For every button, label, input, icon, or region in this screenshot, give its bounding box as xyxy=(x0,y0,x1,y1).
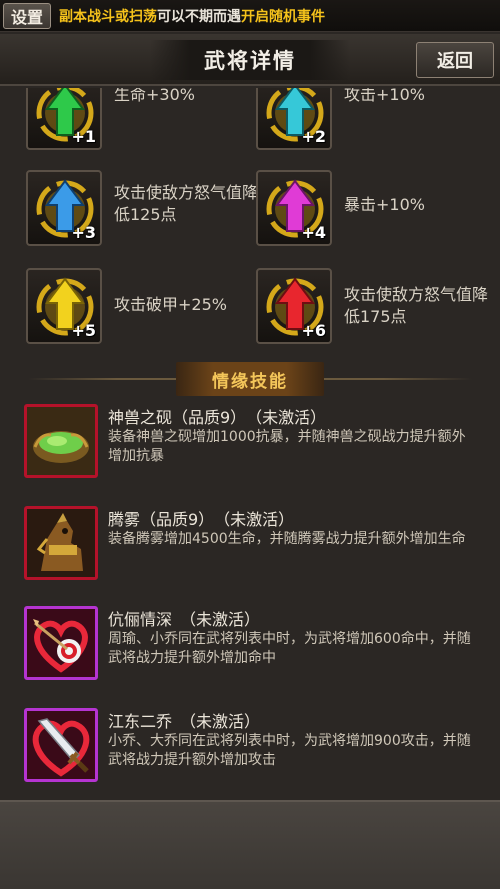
skill-name: 神兽之砚（品质9） （未激活） xyxy=(108,408,327,427)
content-scroll-area[interactable]: +1 生命+30% +2 攻击+10% +3 攻击使敌方怒气值降低125点 +4… xyxy=(0,88,500,800)
heart-sword-icon xyxy=(24,708,98,782)
cyan-arrow-icon: +2 xyxy=(256,88,332,150)
skill-item-3[interactable]: 伉俪情深 （未激活） 周瑜、小乔同在武将列表中时，为武将增加600命中，并随武将… xyxy=(24,606,484,686)
settings-button[interactable]: 设置 xyxy=(3,2,51,29)
bonus-level: +5 xyxy=(71,321,96,340)
bonus-text: 生命+30% xyxy=(114,88,195,104)
green-arrow-icon: +1 xyxy=(26,88,102,150)
bonus-text: 攻击+10% xyxy=(344,88,425,104)
bonus-item-3: +3 攻击使敌方怒气值降低125点 xyxy=(26,170,266,246)
bonus-item-2: +2 攻击+10% xyxy=(256,88,496,150)
bonus-item-1: +1 生命+30% xyxy=(26,88,266,150)
bonus-item-4: +4 暴击+10% xyxy=(256,170,496,246)
skill-item-2[interactable]: 腾雾（品质9） （未激活） 装备腾雾增加4500生命，并随腾雾战力提升额外增加生… xyxy=(24,506,484,586)
page-title: 武将详情 xyxy=(204,49,296,73)
skill-item-1[interactable]: 神兽之砚（品质9） （未激活） 装备神兽之砚增加1000抗暴，并随神兽之砚战力提… xyxy=(24,404,484,484)
notice-part-1: 副本战斗或扫荡 xyxy=(59,8,157,25)
title-plate: 武将详情 xyxy=(150,40,350,80)
skill-name: 江东二乔 （未激活） xyxy=(108,712,261,731)
bonus-item-6: +6 攻击使敌方怒气值降低175点 xyxy=(256,268,496,344)
notice-text: 副本战斗或扫荡可以不期而遇开启随机事件 xyxy=(59,6,325,26)
skill-desc: 装备腾雾增加4500生命，并随腾雾战力提升额外增加生命 xyxy=(108,531,466,547)
blue-arrow-icon: +3 xyxy=(26,170,102,246)
bonus-item-5: +5 攻击破甲+25% xyxy=(26,268,266,344)
skill-name: 伉俪情深 （未激活） xyxy=(108,610,261,629)
back-button[interactable]: 返回 xyxy=(416,42,494,78)
bonus-text: 攻击使敌方怒气值降低125点 xyxy=(114,183,259,224)
bonus-level: +4 xyxy=(301,223,326,242)
bonus-text: 暴击+10% xyxy=(344,195,425,214)
skill-desc: 周瑜、小乔同在武将列表中时，为武将增加600命中，并随武将战力提升额外增加命中 xyxy=(108,631,471,666)
section-title: 情缘技能 xyxy=(212,371,288,392)
skill-desc: 小乔、大乔同在武将列表中时，为武将增加900攻击，并随武将战力提升额外增加攻击 xyxy=(108,733,471,768)
skill-item-4[interactable]: 江东二乔 （未激活） 小乔、大乔同在武将列表中时，为武将增加900攻击，并随武将… xyxy=(24,708,484,788)
notice-part-3: 开启随机事件 xyxy=(241,8,325,25)
section-header: 情缘技能 xyxy=(176,362,324,396)
red-arrow-icon: +6 xyxy=(256,268,332,344)
skill-desc: 装备神兽之砚增加1000抗暴，并随神兽之砚战力提升额外增加抗暴 xyxy=(108,429,466,464)
skill-name: 腾雾（品质9） （未激活） xyxy=(108,510,295,529)
bonus-level: +1 xyxy=(71,127,96,146)
jade-inkstone-icon xyxy=(24,404,98,478)
header: 武将详情 返回 xyxy=(0,34,500,86)
bonus-level: +3 xyxy=(71,223,96,242)
bonus-level: +6 xyxy=(301,321,326,340)
bonus-text: 攻击使敌方怒气值降低175点 xyxy=(344,285,489,326)
notice-bar: 设置 副本战斗或扫荡可以不期而遇开启随机事件 xyxy=(0,0,500,32)
yellow-arrow-icon: +5 xyxy=(26,268,102,344)
bonus-level: +2 xyxy=(301,127,326,146)
heart-arrow-target-icon xyxy=(24,606,98,680)
bottom-panel xyxy=(0,800,500,889)
bonus-text: 攻击破甲+25% xyxy=(114,295,227,314)
magenta-arrow-icon: +4 xyxy=(256,170,332,246)
notice-part-2: 可以不期而遇 xyxy=(157,8,241,25)
war-horse-icon xyxy=(24,506,98,580)
